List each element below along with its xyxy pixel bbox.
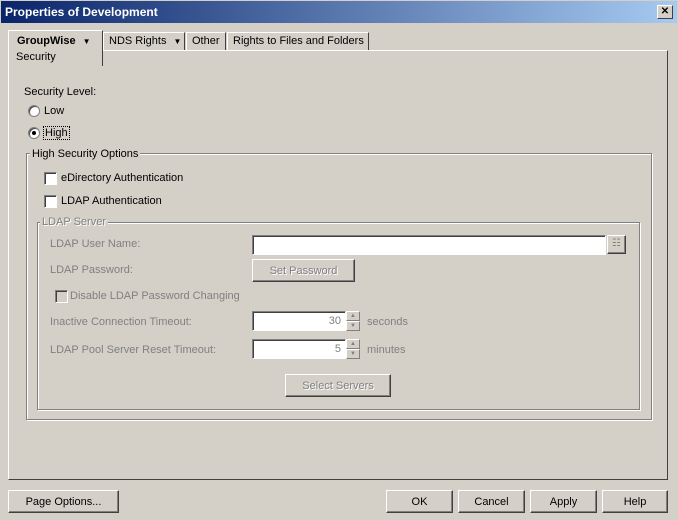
page-options-button[interactable]: Page Options... bbox=[8, 490, 119, 513]
apply-button[interactable]: Apply bbox=[530, 490, 597, 513]
help-button[interactable]: Help bbox=[602, 490, 668, 513]
pool-reset-stepper[interactable]: ▲ ▼ bbox=[346, 339, 360, 359]
cancel-button[interactable]: Cancel bbox=[458, 490, 525, 513]
spin-up-icon[interactable]: ▲ bbox=[346, 339, 360, 349]
ldap-user-name-label: LDAP User Name: bbox=[50, 238, 141, 250]
spin-down-icon[interactable]: ▼ bbox=[346, 349, 360, 359]
select-servers-button[interactable]: Select Servers bbox=[285, 374, 391, 397]
spin-up-icon[interactable]: ▲ bbox=[346, 311, 360, 321]
tab-groupwise-label: GroupWise bbox=[17, 35, 76, 47]
inactive-timeout-field[interactable]: 30 bbox=[252, 311, 346, 331]
browse-list-icon: ☷ bbox=[612, 238, 621, 249]
tab-other-label: Other bbox=[192, 35, 220, 47]
ok-button[interactable]: OK bbox=[386, 490, 453, 513]
inactive-timeout-label: Inactive Connection Timeout: bbox=[50, 316, 192, 328]
edirectory-auth-label[interactable]: eDirectory Authentication bbox=[61, 172, 183, 184]
low-radio[interactable] bbox=[28, 105, 40, 117]
pool-reset-field[interactable]: 5 bbox=[252, 339, 346, 359]
tab-rights-to-files[interactable]: Rights to Files and Folders bbox=[227, 32, 369, 51]
close-icon: ✕ bbox=[660, 6, 670, 17]
high-security-options-legend: High Security Options bbox=[30, 148, 141, 160]
high-radio-label[interactable]: High bbox=[43, 126, 70, 140]
radio-selected-dot bbox=[32, 131, 36, 135]
security-level-label: Security Level: bbox=[24, 86, 97, 98]
tab-nds-rights[interactable]: NDS Rights ▼ bbox=[103, 32, 185, 51]
ldap-server-legend: LDAP Server bbox=[40, 216, 108, 228]
ldap-auth-label[interactable]: LDAP Authentication bbox=[61, 195, 162, 207]
ldap-user-name-field[interactable] bbox=[252, 235, 606, 255]
chevron-down-icon[interactable]: ▼ bbox=[83, 37, 91, 46]
spin-down-icon[interactable]: ▼ bbox=[346, 321, 360, 331]
window-title: Properties of Development bbox=[5, 5, 158, 19]
disable-ldap-pw-change-label[interactable]: Disable LDAP Password Changing bbox=[70, 290, 240, 302]
close-button[interactable]: ✕ bbox=[657, 5, 673, 19]
title-bar: Properties of Development ✕ bbox=[0, 0, 678, 24]
browse-button[interactable]: ☷ bbox=[607, 235, 626, 254]
tab-rights-to-files-label: Rights to Files and Folders bbox=[233, 35, 364, 47]
inactive-timeout-stepper[interactable]: ▲ ▼ bbox=[346, 311, 360, 331]
edirectory-auth-checkbox[interactable] bbox=[44, 172, 57, 185]
high-radio[interactable] bbox=[28, 127, 40, 139]
ldap-password-label: LDAP Password: bbox=[50, 264, 133, 276]
disable-ldap-pw-change-checkbox[interactable] bbox=[55, 290, 68, 303]
tab-groupwise-sublabel: Security bbox=[16, 51, 56, 63]
inactive-timeout-unit: seconds bbox=[367, 316, 408, 328]
set-password-button[interactable]: Set Password bbox=[252, 259, 355, 282]
tab-groupwise[interactable]: GroupWise ▼ Security bbox=[8, 30, 103, 66]
pool-reset-unit: minutes bbox=[367, 344, 406, 356]
ldap-auth-checkbox[interactable] bbox=[44, 195, 57, 208]
chevron-down-icon[interactable]: ▼ bbox=[174, 37, 182, 46]
pool-reset-label: LDAP Pool Server Reset Timeout: bbox=[50, 344, 217, 356]
tab-nds-rights-label: NDS Rights bbox=[109, 35, 167, 47]
tab-other[interactable]: Other bbox=[186, 32, 226, 51]
low-radio-label[interactable]: Low bbox=[44, 105, 64, 117]
